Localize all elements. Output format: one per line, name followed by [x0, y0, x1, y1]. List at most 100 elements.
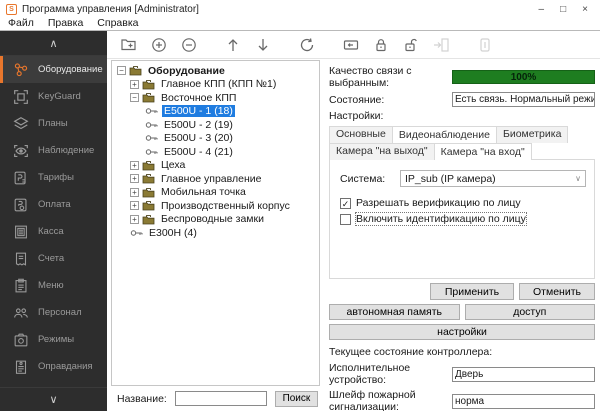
folder-icon	[142, 200, 156, 212]
tree-item-e500u-3[interactable]: E500U - 3 (20)	[115, 132, 319, 146]
tree-item-mobile-point[interactable]: + Мобильная точка	[115, 186, 319, 200]
tree-item-production-building[interactable]: + Производственный корпус	[115, 199, 319, 213]
collapse-all-icon[interactable]	[177, 34, 201, 56]
sidebar-item-justifications[interactable]: Оправдания	[0, 353, 107, 380]
tree-expander[interactable]: +	[130, 188, 139, 197]
state-value: Есть связь. Нормальный режим.	[452, 92, 595, 107]
title-bar: S Программа управления [Administrator] –…	[0, 0, 600, 16]
menu-bar: Файл Правка Справка	[0, 16, 600, 31]
tree-item-e500u-1[interactable]: E500U - 1 (18)	[115, 105, 319, 119]
tab-general[interactable]: Основные	[329, 126, 393, 143]
sidebar-item-cash-register[interactable]: Касса	[0, 218, 107, 245]
move-up-icon[interactable]	[221, 34, 245, 56]
close-button[interactable]: ×	[582, 4, 588, 15]
tree-expander[interactable]: +	[130, 201, 139, 210]
sidebar-collapse-down[interactable]: ∨	[0, 387, 107, 411]
tree-expander[interactable]: +	[130, 215, 139, 224]
access-button[interactable]: доступ	[465, 304, 596, 320]
tariffs-icon	[12, 169, 30, 187]
door-enter-icon	[429, 34, 453, 56]
tree-expander[interactable]: +	[130, 80, 139, 89]
menu-edit[interactable]: Правка	[48, 17, 83, 29]
tree-item-east-kpp[interactable]: − Восточное КПП	[115, 91, 319, 105]
move-down-icon[interactable]	[251, 34, 275, 56]
cancel-button[interactable]: Отменить	[519, 283, 595, 300]
menu-file[interactable]: Файл	[8, 17, 34, 29]
sidebar-item-equipment[interactable]: Оборудование	[0, 56, 107, 83]
search-button[interactable]: Поиск	[275, 391, 318, 407]
lock-closed-icon[interactable]	[369, 34, 393, 56]
expand-all-icon[interactable]	[147, 34, 171, 56]
sidebar-item-label: Персонал	[38, 307, 82, 318]
app-icon: S	[6, 4, 17, 15]
checkbox-checked-icon[interactable]: ✓	[340, 198, 351, 209]
tree-item-workshops[interactable]: + Цеха	[115, 159, 319, 173]
folder-icon	[142, 186, 156, 198]
status-value-fire-loop: норма	[452, 394, 595, 409]
sidebar-collapse-up[interactable]: ∧	[0, 31, 107, 56]
tree-item-label: Мобильная точка	[159, 186, 248, 198]
tree-item-label: Оборудование	[146, 65, 227, 77]
subtab-camera-exit[interactable]: Камера "на выход"	[329, 143, 435, 160]
tab-biometrics[interactable]: Биометрика	[496, 126, 568, 143]
chevron-up-icon: ∧	[49, 37, 57, 50]
lock-open-icon[interactable]	[399, 34, 423, 56]
sidebar-item-menu[interactable]: Меню	[0, 272, 107, 299]
folder-icon	[142, 92, 156, 104]
tree-item-e500u-4[interactable]: E500U - 4 (21)	[115, 145, 319, 159]
system-select[interactable]: IP_sub (IP камера) ∨	[400, 170, 586, 187]
add-group-icon[interactable]	[117, 34, 141, 56]
sidebar-item-label: Планы	[38, 118, 68, 129]
tree-item-wireless-locks[interactable]: + Беспроводные замки	[115, 213, 319, 227]
tree-item-label: E500U - 4 (21)	[162, 146, 235, 158]
minimize-button[interactable]: –	[539, 4, 545, 15]
tree-expander[interactable]: +	[130, 161, 139, 170]
sidebar-item-label: Тарифы	[38, 172, 74, 183]
subtab-camera-entry[interactable]: Камера "на вход"	[434, 143, 532, 160]
tree-item-main-kpp[interactable]: + Главное КПП (КПП №1)	[115, 78, 319, 92]
toolbar	[107, 31, 600, 59]
tree-item-equipment-root[interactable]: − Оборудование	[115, 64, 319, 78]
status-label: Исполнительное устройство:	[329, 362, 452, 386]
sidebar-item-surveillance[interactable]: Наблюдение	[0, 137, 107, 164]
tree-item-label: E300H (4)	[147, 227, 199, 239]
sidebar-item-modes[interactable]: Режимы	[0, 326, 107, 353]
sidebar-item-keyguard[interactable]: KeyGuard	[0, 83, 107, 110]
sidebar-item-payment[interactable]: Оплата	[0, 191, 107, 218]
tree-expander[interactable]: +	[130, 174, 139, 183]
sidebar-item-label: Счета	[38, 253, 64, 264]
settings-panel: Качество связи с выбранным: 100% Состоян…	[320, 59, 600, 411]
checkbox-face-identification[interactable]: Включить идентификацию по лицу	[340, 213, 586, 225]
search-input[interactable]	[175, 391, 267, 406]
sidebar-item-plans[interactable]: Планы	[0, 110, 107, 137]
sidebar-item-label: Меню	[38, 280, 64, 291]
equipment-nodes-icon	[12, 61, 30, 79]
tree-expander[interactable]: −	[117, 66, 126, 75]
key-icon	[145, 105, 159, 117]
checkbox-unchecked-icon[interactable]	[340, 214, 351, 225]
controller-settings-button[interactable]: настройки	[329, 324, 595, 340]
checkbox-face-verification[interactable]: ✓ Разрешать верификацию по лицу	[340, 197, 586, 209]
tree-item-e300h[interactable]: E300H (4)	[115, 226, 319, 240]
menu-help[interactable]: Справка	[97, 17, 138, 29]
tree-expander[interactable]: −	[130, 93, 139, 102]
refresh-icon[interactable]	[295, 34, 319, 56]
tree-item-label: E500U - 1 (18)	[162, 105, 235, 117]
sidebar-item-label: Наблюдение	[38, 145, 94, 156]
sidebar-item-staff[interactable]: Персонал	[0, 299, 107, 326]
apply-button[interactable]: Применить	[430, 283, 514, 300]
sidebar-item-tariffs[interactable]: Тарифы	[0, 164, 107, 191]
maximize-button[interactable]: □	[560, 4, 566, 15]
key-icon	[145, 119, 159, 131]
status-label: Шлейф пожарной сигнализации:	[329, 389, 452, 411]
quality-progress-bar: 100%	[452, 70, 595, 84]
tree-item-label: E500U - 3 (20)	[162, 132, 235, 144]
autonomous-memory-button[interactable]: автономная память	[329, 304, 460, 320]
folder-icon	[142, 78, 156, 90]
sidebar-item-accounts[interactable]: Счета	[0, 245, 107, 272]
tree-item-e500u-2[interactable]: E500U - 2 (19)	[115, 118, 319, 132]
sidebar-item-label: Оборудование	[38, 64, 103, 75]
card-reader-icon[interactable]	[339, 34, 363, 56]
tree-item-head-office[interactable]: + Главное управление	[115, 172, 319, 186]
tab-video-surveillance[interactable]: Видеонаблюдение	[392, 126, 497, 143]
